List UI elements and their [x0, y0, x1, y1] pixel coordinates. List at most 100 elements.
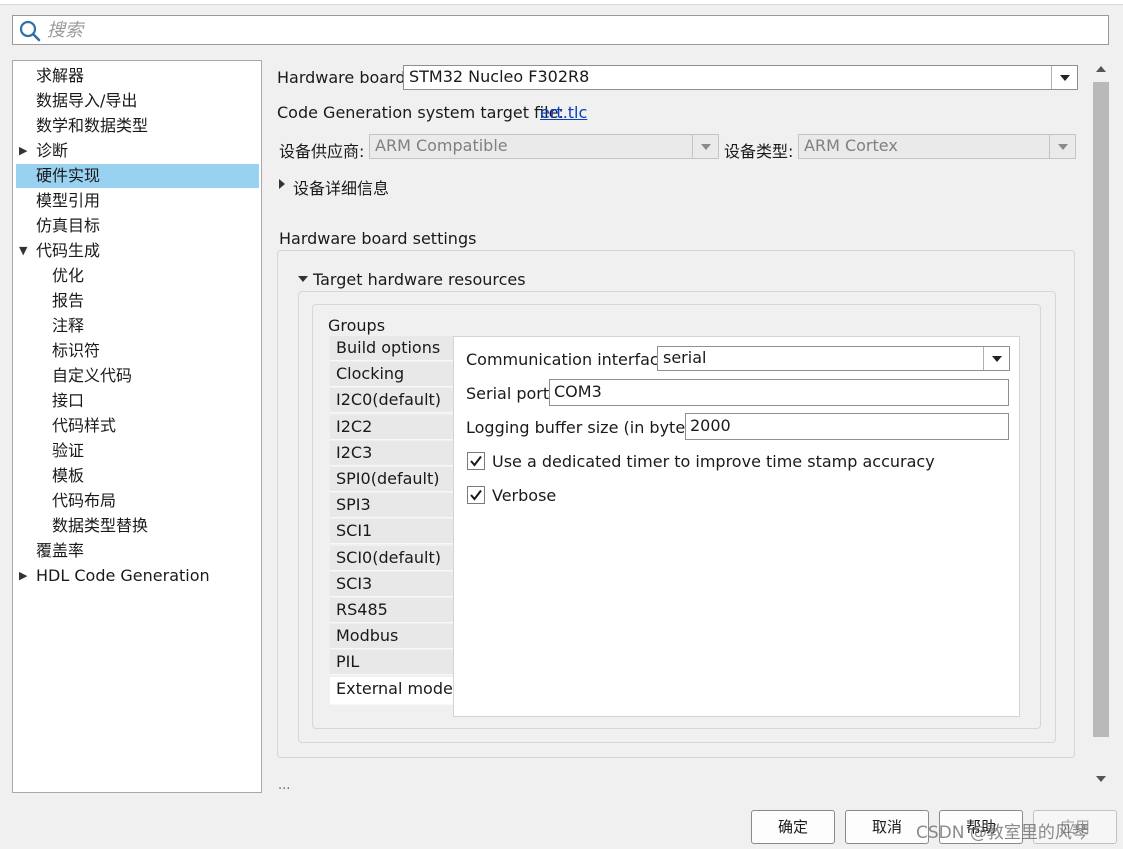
scrollbar-thumb[interactable] [1093, 82, 1109, 737]
group-item[interactable]: SPI0(default) [330, 467, 453, 492]
tree-item[interactable]: 自定义代码 [13, 364, 259, 388]
vendor-value: ARM Compatible [375, 136, 508, 155]
tree-item[interactable]: 验证 [13, 439, 259, 463]
groups-label: Groups [328, 316, 386, 335]
target-file-label: Code Generation system target file: [277, 103, 564, 122]
tree-item-label: 数据导入/导出 [36, 91, 138, 110]
tree-item[interactable]: ▶ 诊断 [13, 139, 259, 163]
expanded-arrow-icon[interactable]: ▼ [19, 239, 27, 263]
target-file-link[interactable]: ert.tlc [540, 103, 587, 122]
search-input[interactable] [47, 18, 1097, 42]
tree-item[interactable]: 数学和数据类型 [13, 114, 259, 138]
collapsed-arrow-icon[interactable]: ▶ [19, 139, 27, 163]
tree-item-label: 代码样式 [52, 416, 117, 435]
group-item[interactable]: I2C2 [330, 414, 453, 440]
group-item[interactable]: PIL [330, 650, 453, 676]
device-type-label: 设备类型: [724, 142, 794, 161]
comm-interface-label: Communication interface: [466, 350, 674, 369]
tree-item[interactable]: 代码布局 [13, 489, 259, 513]
group-item[interactable]: SPI3 [330, 493, 453, 519]
serial-port-field[interactable] [549, 379, 1009, 406]
group-item-label: SCI1 [336, 521, 373, 541]
group-item-label: Clocking [336, 364, 405, 384]
tree-item[interactable]: 模板 [13, 464, 259, 488]
group-item-label: SCI0(default) [336, 547, 442, 567]
vendor-dropdown: ARM Compatible [369, 134, 719, 159]
tree-item-label: 验证 [52, 441, 85, 460]
ok-button[interactable]: 确定 [751, 810, 835, 844]
vertical-scrollbar[interactable] [1091, 60, 1111, 800]
group-item[interactable]: SCI1 [330, 519, 453, 545]
device-details-toggle[interactable]: 设备详细信息 [293, 175, 389, 199]
group-item-label: SPI3 [336, 495, 371, 515]
chevron-down-icon [1049, 135, 1075, 158]
search-icon [19, 20, 41, 42]
tree-item[interactable]: 数据类型替换 [13, 514, 259, 538]
group-item[interactable]: I2C3 [330, 440, 453, 466]
tree-item[interactable]: 接口 [13, 389, 259, 413]
tree-item-label: 自定义代码 [52, 366, 133, 385]
verbose-checkbox[interactable] [467, 486, 485, 504]
tree-item[interactable]: 报告 [13, 289, 259, 313]
category-tree[interactable]: 求解器数据导入/导出数学和数据类型 ▶ 诊断 硬件实现模型引用仿真目标 ▼ 代码生成优化报… [12, 60, 262, 793]
tree-item-label: 模型引用 [36, 191, 101, 210]
comm-interface-dropdown[interactable]: serial [657, 346, 1010, 371]
group-item-label: SCI3 [336, 573, 373, 593]
group-item[interactable]: SCI3 [330, 571, 453, 597]
tree-item[interactable]: 仿真目标 [13, 214, 259, 238]
logging-buffer-input[interactable] [690, 416, 990, 435]
timer-checkbox[interactable] [467, 452, 485, 470]
serial-port-input[interactable] [554, 382, 854, 401]
group-item-label: I2C3 [336, 442, 373, 462]
group-item[interactable]: Clocking [330, 362, 453, 388]
collapsed-arrow-icon[interactable]: ▶ [19, 564, 27, 588]
chevron-down-icon [692, 135, 718, 158]
tree-item[interactable]: 求解器 [13, 64, 259, 88]
tree-item[interactable]: ▼ 代码生成 [13, 239, 259, 263]
tree-item[interactable]: 优化 [13, 264, 259, 288]
tree-item[interactable]: 标识符 [13, 339, 259, 363]
tree-item[interactable]: 代码样式 [13, 414, 259, 438]
group-item[interactable]: Build options [330, 336, 453, 361]
group-item[interactable]: RS485 [330, 598, 453, 623]
watermark-text: CSDN @教室里的风琴 [916, 823, 1089, 843]
expand-right-icon[interactable] [279, 179, 285, 189]
group-item-label: I2C2 [336, 416, 373, 436]
tree-item-label: 代码布局 [52, 491, 117, 510]
chevron-down-icon[interactable] [983, 347, 1009, 370]
tree-item-label: 优化 [52, 266, 85, 285]
scroll-up-icon[interactable] [1096, 66, 1106, 72]
tree-item[interactable]: 数据导入/导出 [13, 89, 259, 113]
group-item-label: Modbus [336, 626, 399, 646]
target-resources-toggle[interactable]: Target hardware resources [313, 270, 526, 289]
verbose-checkbox-label[interactable]: Verbose [492, 486, 556, 505]
group-item[interactable]: Modbus [330, 624, 453, 650]
group-item[interactable]: I2C0(default) [330, 388, 453, 414]
window-top-edge [0, 0, 1123, 5]
group-item[interactable]: External mode [330, 676, 453, 705]
scroll-down-icon[interactable] [1096, 776, 1106, 782]
tree-item[interactable]: ▶ HDL Code Generation [13, 564, 259, 588]
search-box[interactable] [12, 15, 1109, 45]
tree-item[interactable]: 覆盖率 [13, 539, 259, 563]
logging-buffer-field[interactable] [685, 413, 1009, 440]
group-item-label: External mode [336, 678, 453, 698]
tree-item-label: 模板 [52, 466, 85, 485]
tree-item[interactable]: 硬件实现 [13, 164, 259, 188]
tree-item-label: 标识符 [52, 341, 101, 360]
collapse-down-icon[interactable] [298, 276, 308, 282]
chevron-down-icon[interactable] [1051, 66, 1077, 89]
tree-item-label: 报告 [52, 291, 85, 310]
tree-item-label: 注释 [52, 316, 85, 335]
group-item-label: Build options [336, 338, 441, 357]
device-type-value: ARM Cortex [804, 136, 898, 155]
group-item-label: SPI0(default) [336, 469, 440, 488]
tree-item-label: 求解器 [36, 66, 85, 85]
group-item[interactable]: SCI0(default) [330, 545, 453, 571]
hardware-board-dropdown[interactable]: STM32 Nucleo F302R8 [403, 65, 1078, 90]
tree-item-label: 代码生成 [36, 241, 101, 260]
tree-item[interactable]: 模型引用 [13, 189, 259, 213]
board-settings-title: Hardware board settings [279, 229, 477, 248]
timer-checkbox-label[interactable]: Use a dedicated timer to improve time st… [492, 452, 935, 471]
tree-item[interactable]: 注释 [13, 314, 259, 338]
